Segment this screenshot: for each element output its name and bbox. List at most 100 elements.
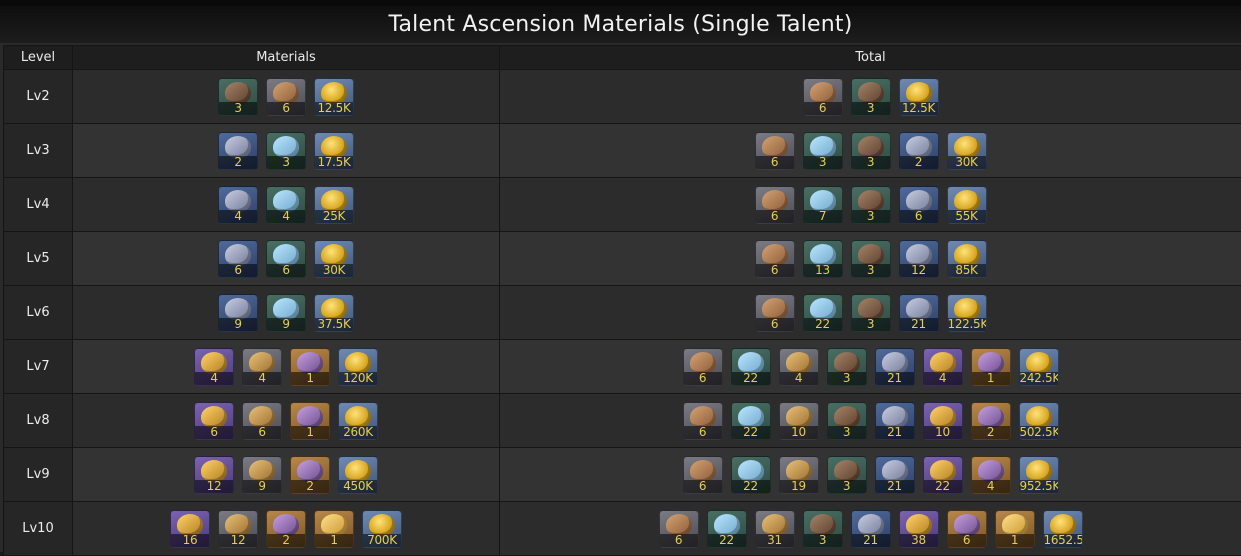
- material-item: 16: [170, 510, 210, 548]
- material-quantity: 13: [804, 264, 842, 277]
- material-quantity: 6: [756, 156, 794, 169]
- material-item: 21: [875, 402, 915, 440]
- total-cell: 622432141242.5K: [500, 340, 1241, 394]
- materials-item-list: 4425K: [73, 186, 499, 224]
- material-item: 2: [266, 510, 306, 548]
- material-item: 700K: [362, 510, 402, 548]
- material-quantity: 2: [267, 534, 305, 547]
- table-row: Lv44425K673655K: [4, 178, 1241, 232]
- material-item: 120K: [338, 348, 378, 386]
- material-item: 22: [731, 348, 771, 386]
- material-quantity: 12: [900, 264, 938, 277]
- materials-cell: 441120K: [73, 340, 500, 394]
- material-quantity: 19: [780, 480, 818, 493]
- level-cell: Lv4: [4, 178, 73, 232]
- material-item: 12: [194, 456, 234, 494]
- material-item: 4: [194, 348, 234, 386]
- material-quantity: 6: [267, 264, 305, 277]
- material-item: 3: [851, 78, 891, 116]
- material-quantity: 4: [219, 210, 257, 223]
- material-quantity: 3: [852, 264, 890, 277]
- table-row: Lv91292450K62219321224952.5K: [4, 448, 1241, 502]
- material-quantity: 4: [780, 372, 818, 385]
- material-quantity: 6: [684, 372, 722, 385]
- material-quantity: 85K: [948, 264, 986, 277]
- material-quantity: 22: [804, 318, 842, 331]
- material-item: 1: [995, 510, 1035, 548]
- total-cell: 673655K: [500, 178, 1241, 232]
- material-quantity: 22: [924, 480, 962, 493]
- material-quantity: 120K: [339, 372, 377, 385]
- material-quantity: 6: [660, 534, 698, 547]
- material-quantity: 6: [267, 102, 305, 115]
- material-item: 6: [755, 186, 795, 224]
- material-quantity: 3: [852, 156, 890, 169]
- material-item: 4: [218, 186, 258, 224]
- material-quantity: 700K: [363, 534, 401, 547]
- materials-cell: 661260K: [73, 394, 500, 448]
- material-quantity: 6: [756, 264, 794, 277]
- total-column-header: Total: [500, 46, 1241, 70]
- material-item: 31: [755, 510, 795, 548]
- material-item: 30K: [314, 240, 354, 278]
- material-quantity: 9: [219, 318, 257, 331]
- material-item: 12.5K: [899, 78, 939, 116]
- material-quantity: 450K: [339, 480, 377, 493]
- table-row: Lv32317.5K633230K: [4, 124, 1241, 178]
- material-quantity: 1: [291, 372, 329, 385]
- material-item: 25K: [314, 186, 354, 224]
- material-item: 30K: [947, 132, 987, 170]
- total-item-list: 6223132138611652.5K: [500, 510, 1241, 548]
- material-quantity: 2: [291, 480, 329, 493]
- material-quantity: 21: [876, 372, 914, 385]
- materials-cell: 161221700K: [73, 502, 500, 556]
- material-quantity: 21: [852, 534, 890, 547]
- material-quantity: 12: [219, 534, 257, 547]
- total-cell: 633230K: [500, 124, 1241, 178]
- material-item: 6: [242, 402, 282, 440]
- level-cell: Lv6: [4, 286, 73, 340]
- material-quantity: 22: [732, 480, 770, 493]
- material-item: 952.5K: [1019, 456, 1059, 494]
- material-item: 242.5K: [1019, 348, 1059, 386]
- material-quantity: 6: [684, 480, 722, 493]
- materials-item-list: 441120K: [73, 348, 499, 386]
- material-item: 6: [659, 510, 699, 548]
- material-quantity: 6: [756, 318, 794, 331]
- material-quantity: 31: [756, 534, 794, 547]
- material-item: 12: [218, 510, 258, 548]
- materials-cell: 4425K: [73, 178, 500, 232]
- material-quantity: 6: [900, 210, 938, 223]
- material-item: 4: [266, 186, 306, 224]
- material-item: 13: [803, 240, 843, 278]
- material-item: 1: [290, 348, 330, 386]
- material-item: 22: [731, 456, 771, 494]
- material-item: 6: [266, 78, 306, 116]
- material-item: 3: [827, 348, 867, 386]
- material-item: 6: [194, 402, 234, 440]
- material-quantity: 12.5K: [900, 102, 938, 115]
- material-item: 10: [779, 402, 819, 440]
- material-quantity: 9: [267, 318, 305, 331]
- material-item: 9: [218, 294, 258, 332]
- materials-column-header: Materials: [73, 46, 500, 70]
- material-item: 21: [875, 456, 915, 494]
- level-column-header: Level: [4, 46, 73, 70]
- material-item: 85K: [947, 240, 987, 278]
- total-cell: 6 13 3 12 85K: [500, 232, 1241, 286]
- material-quantity: 3: [828, 426, 866, 439]
- material-quantity: 3: [828, 372, 866, 385]
- level-cell: Lv9: [4, 448, 73, 502]
- materials-item-list: 6630K: [73, 240, 499, 278]
- material-quantity: 6: [684, 426, 722, 439]
- table-header-row: Level Materials Total: [4, 46, 1241, 70]
- total-item-list: 6 13 3 12 85K: [500, 240, 1241, 278]
- material-quantity: 6: [195, 426, 233, 439]
- material-quantity: 3: [219, 102, 257, 115]
- material-item: 6: [947, 510, 987, 548]
- material-item: 4: [971, 456, 1011, 494]
- material-quantity: 3: [804, 156, 842, 169]
- material-item: 3: [851, 240, 891, 278]
- material-item: 22: [803, 294, 843, 332]
- material-quantity: 10: [924, 426, 962, 439]
